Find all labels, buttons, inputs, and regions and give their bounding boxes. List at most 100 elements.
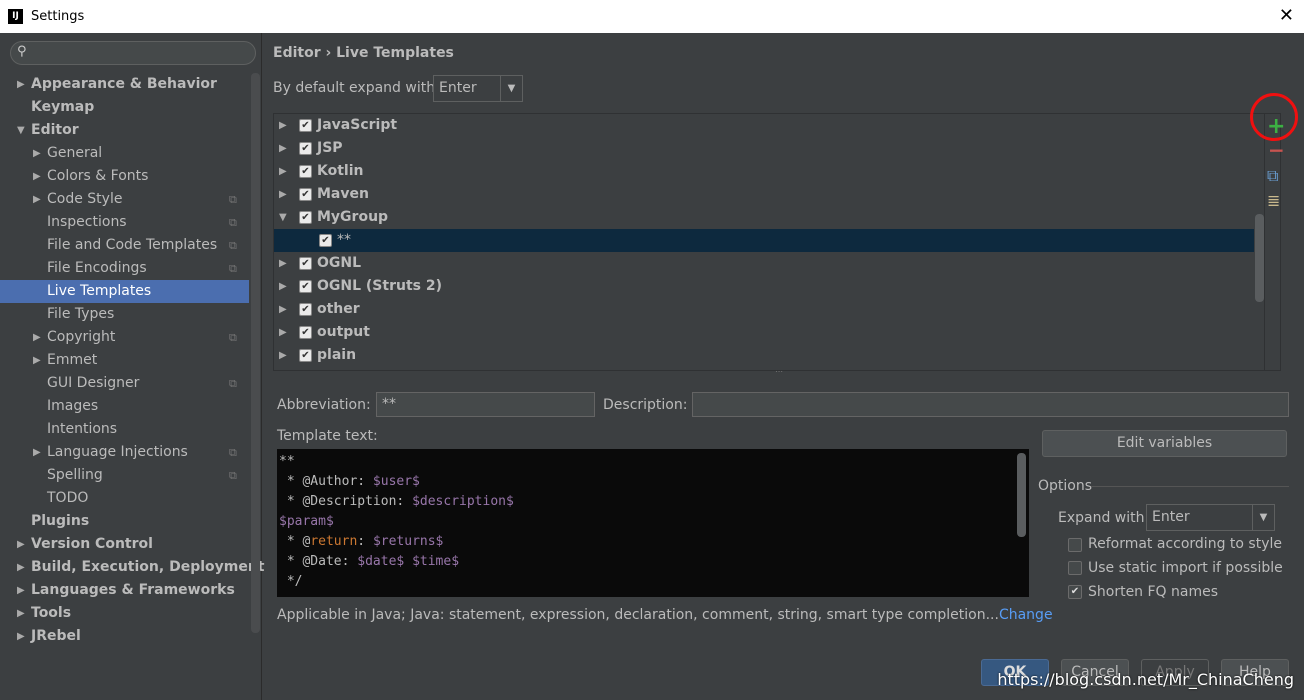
copy-icon[interactable]: ⧉	[1267, 166, 1278, 186]
chevron-right-icon[interactable]: ▶	[17, 625, 25, 648]
enabled-checkbox[interactable]: ✔	[299, 257, 312, 270]
chevron-right-icon[interactable]: ▶	[279, 298, 287, 321]
chevron-right-icon[interactable]: ▶	[279, 252, 287, 275]
template-text-label: Template text:	[277, 428, 378, 444]
sidebar-item-label: Intentions	[47, 421, 118, 437]
template-group[interactable]: ▶ ✔ JSP	[274, 137, 1254, 160]
sidebar-item[interactable]: ▶ Language Injections ⧉	[0, 441, 249, 464]
sidebar-item[interactable]: Plugins	[0, 510, 249, 533]
chevron-right-icon[interactable]: ▶	[17, 556, 25, 579]
chevron-right-icon[interactable]: ▶	[17, 579, 25, 602]
chevron-right-icon[interactable]: ▶	[279, 114, 287, 137]
sidebar-item[interactable]: ▶ Emmet	[0, 349, 249, 372]
sidebar-item-label: File Types	[47, 306, 115, 322]
sidebar-item[interactable]: ▶ Build, Execution, Deployment	[0, 556, 265, 579]
template-group[interactable]: ▶ ✔ JavaScript	[274, 114, 1254, 137]
reformat-checkbox[interactable]	[1068, 538, 1082, 552]
chevron-right-icon[interactable]: ▶	[279, 321, 287, 344]
chevron-right-icon[interactable]: ▶	[279, 344, 287, 367]
enabled-checkbox[interactable]: ✔	[319, 234, 332, 247]
template-item[interactable]: ✔ **	[274, 229, 1254, 252]
sidebar-item[interactable]: ▶ JRebel	[0, 625, 249, 648]
description-input[interactable]	[692, 392, 1289, 417]
enabled-checkbox[interactable]: ✔	[299, 165, 312, 178]
enabled-checkbox[interactable]: ✔	[299, 303, 312, 316]
list-scrollbar[interactable]	[1255, 214, 1264, 302]
enabled-checkbox[interactable]: ✔	[299, 119, 312, 132]
template-group[interactable]: ▼ ✔ MyGroup	[274, 206, 1254, 229]
sidebar-item[interactable]: ▶ Copyright ⧉	[0, 326, 249, 349]
sidebar-item[interactable]: ▶ General	[0, 142, 249, 165]
chevron-down-icon[interactable]: ▼	[17, 119, 25, 142]
sidebar-item[interactable]: ▼ Editor	[0, 119, 249, 142]
template-group[interactable]: ▶ ✔ OGNL	[274, 252, 1254, 275]
chevron-right-icon[interactable]: ▶	[33, 165, 41, 188]
template-text-editor[interactable]: ** * @Author: $user$ * @Description: $de…	[277, 449, 1029, 597]
enabled-checkbox[interactable]: ✔	[299, 188, 312, 201]
chevron-right-icon[interactable]: ▶	[279, 137, 287, 160]
enabled-checkbox[interactable]: ✔	[299, 142, 312, 155]
options-divider	[1091, 486, 1289, 487]
live-templates-panel: Editor › Live Templates By default expan…	[263, 33, 1304, 700]
text-icon[interactable]: ≣	[1267, 191, 1280, 210]
template-group[interactable]: ▶ ✔ plain	[274, 344, 1254, 367]
sidebar-item[interactable]: File Encodings ⧉	[0, 257, 249, 280]
sidebar-item[interactable]: Keymap	[0, 96, 249, 119]
template-group[interactable]: ▶ ✔ OGNL (Struts 2)	[274, 275, 1254, 298]
chevron-right-icon[interactable]: ▶	[17, 73, 25, 96]
enabled-checkbox[interactable]: ✔	[299, 280, 312, 293]
expand-select[interactable]: Enter ▼	[433, 75, 523, 102]
window-title: Settings	[31, 9, 85, 24]
sidebar-item[interactable]: GUI Designer ⧉	[0, 372, 249, 395]
shorten-fq-checkbox[interactable]: ✔	[1068, 585, 1082, 599]
chevron-right-icon[interactable]: ▶	[279, 275, 287, 298]
enabled-checkbox[interactable]: ✔	[299, 326, 312, 339]
splitter-handle[interactable]: ⋯	[775, 367, 783, 376]
template-group[interactable]: ▶ ✔ output	[274, 321, 1254, 344]
abbreviation-input[interactable]: **	[376, 392, 595, 417]
enabled-checkbox[interactable]: ✔	[299, 349, 312, 362]
sidebar-item[interactable]: File and Code Templates ⧉	[0, 234, 249, 257]
sidebar-item[interactable]: ▶ Code Style ⧉	[0, 188, 249, 211]
sidebar-item[interactable]: Spelling ⧉	[0, 464, 249, 487]
chevron-right-icon[interactable]: ▶	[17, 533, 25, 556]
template-group[interactable]: ▶ ✔ Maven	[274, 183, 1254, 206]
sidebar-item[interactable]: ▶ Languages & Frameworks	[0, 579, 249, 602]
editor-scrollbar[interactable]	[1017, 453, 1026, 537]
remove-icon[interactable]: −	[1268, 138, 1285, 162]
close-button[interactable]: ✕	[1279, 5, 1294, 26]
sidebar-item[interactable]: File Types	[0, 303, 249, 326]
enabled-checkbox[interactable]: ✔	[299, 211, 312, 224]
chevron-right-icon[interactable]: ▶	[17, 602, 25, 625]
chevron-right-icon[interactable]: ▶	[33, 142, 41, 165]
sidebar-item[interactable]: Inspections ⧉	[0, 211, 249, 234]
chevron-right-icon[interactable]: ▶	[33, 326, 41, 349]
template-group[interactable]: ▶ ✔ Kotlin	[274, 160, 1254, 183]
search-input[interactable]: ⚲	[10, 41, 256, 65]
sidebar-item-label: JRebel	[31, 628, 81, 644]
sidebar-item[interactable]: ▶ Appearance & Behavior	[0, 73, 249, 96]
change-link[interactable]: Change	[999, 607, 1053, 623]
template-group[interactable]: ▶ ✔ other	[274, 298, 1254, 321]
sidebar-item[interactable]: Live Templates	[0, 280, 249, 303]
project-settings-icon: ⧉	[229, 469, 237, 482]
sidebar-item-label: GUI Designer	[47, 375, 140, 391]
sidebar-item[interactable]: ▶ Version Control	[0, 533, 249, 556]
sidebar-item[interactable]: ▶ Tools	[0, 602, 249, 625]
chevron-down-icon[interactable]: ▼	[279, 206, 287, 229]
edit-variables-button[interactable]: Edit variables	[1042, 430, 1287, 457]
sidebar-item[interactable]: TODO	[0, 487, 249, 510]
expand-with-select[interactable]: Enter ▼	[1146, 504, 1275, 531]
sidebar-item[interactable]: Images	[0, 395, 249, 418]
chevron-right-icon[interactable]: ▶	[33, 441, 41, 464]
expand-value: Enter	[439, 80, 477, 96]
sidebar-item-label: Live Templates	[47, 283, 152, 299]
chevron-right-icon[interactable]: ▶	[33, 349, 41, 372]
sidebar-item[interactable]: ▶ Colors & Fonts	[0, 165, 249, 188]
sidebar-scrollbar[interactable]	[251, 73, 260, 633]
chevron-right-icon[interactable]: ▶	[279, 183, 287, 206]
sidebar-item[interactable]: Intentions	[0, 418, 249, 441]
chevron-right-icon[interactable]: ▶	[279, 160, 287, 183]
static-import-checkbox[interactable]	[1068, 561, 1082, 575]
chevron-right-icon[interactable]: ▶	[33, 188, 41, 211]
